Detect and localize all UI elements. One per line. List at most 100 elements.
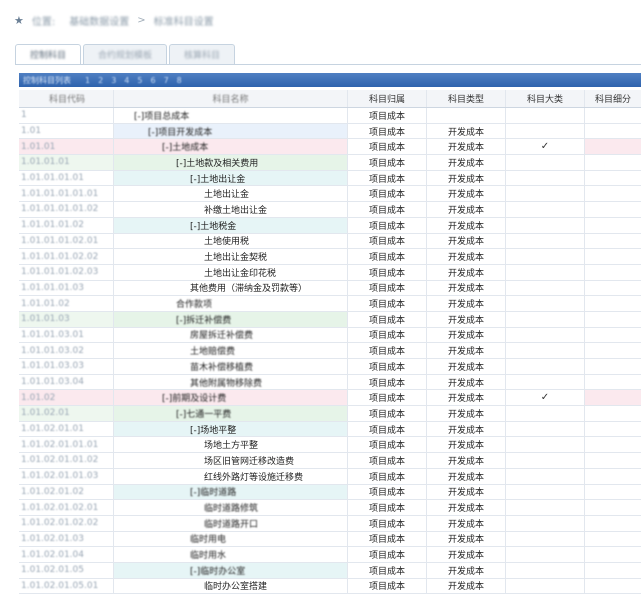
subject-subcategory-cell (585, 500, 641, 515)
column-header-name[interactable]: 科目名称 (114, 90, 348, 107)
table-row[interactable]: 1 [-]项目总成本 项目成本 (19, 108, 641, 124)
page-link-8[interactable]: 8 (177, 76, 182, 85)
subject-name-cell[interactable]: 临时道路开口 (114, 515, 348, 531)
subject-category-cell (506, 108, 585, 123)
table-row[interactable]: 1.01.02.01.03 临时用电 项目成本 开发成本 (19, 531, 641, 548)
subject-subcategory-cell (585, 579, 641, 594)
subject-name-cell[interactable]: 临时用水 (114, 547, 348, 562)
subject-attribution-cell: 项目成本 (348, 453, 427, 468)
subject-code-cell: 1.01.02 (19, 390, 114, 406)
table-row[interactable]: 1.01.01.02 合作款项 项目成本 开发成本 (19, 296, 641, 312)
subject-category-cell (506, 311, 585, 327)
subject-category-cell (506, 202, 585, 217)
table-row[interactable]: 1.01.01.01.02.01 土地使用税 项目成本 开发成本 (19, 233, 641, 250)
subject-name-cell[interactable]: [-]临时办公室 (114, 562, 348, 578)
table-row[interactable]: 1.01.01.01.01.02 补缴土地出让金 项目成本 开发成本 (19, 202, 641, 218)
subject-category-cell (506, 327, 585, 343)
table-row[interactable]: 1.01.02.01.01.02 场区旧管网迁移改造费 项目成本 开发成本 (19, 453, 641, 469)
tab-accounting-subject[interactable]: 核算科目 (169, 44, 236, 64)
subject-code-cell: 1.01.02.01.01.03 (19, 468, 114, 484)
subject-category-cell (506, 484, 585, 500)
table-row[interactable]: 1.01.01.01.01.01 土地出让金 项目成本 开发成本 (19, 186, 641, 203)
tab-contract-template[interactable]: 合约规划模板 (83, 44, 168, 64)
subject-name-cell[interactable]: 补缴土地出让金 (114, 202, 348, 217)
subject-name-cell[interactable]: [-]前期及设计费 (114, 390, 348, 406)
page-link-5[interactable]: 5 (137, 76, 142, 85)
column-header-subcategory[interactable]: 科目细分 (585, 90, 641, 107)
subject-name-cell[interactable]: [-]土地款及相关费用 (114, 155, 348, 170)
subject-subcategory-cell (585, 218, 641, 233)
page-link-6[interactable]: 6 (150, 76, 155, 85)
subject-subcategory-cell (585, 124, 641, 139)
column-header-type[interactable]: 科目类型 (427, 90, 506, 107)
page-link-2[interactable]: 2 (98, 76, 103, 85)
table-row[interactable]: 1.01.01.01.02.02 土地出让金契税 项目成本 开发成本 (19, 249, 641, 265)
table-row[interactable]: 1.01.02.01.04 临时用水 项目成本 开发成本 (19, 547, 641, 563)
table-row[interactable]: 1.01.02.01.01 [-]场地平整 项目成本 开发成本 (19, 421, 641, 438)
page-link-4[interactable]: 4 (124, 76, 129, 85)
subject-name-cell[interactable]: [-]项目总成本 (114, 108, 348, 123)
subject-type-cell: 开发成本 (427, 186, 506, 202)
subject-name-cell[interactable]: 土地出让金印花税 (114, 264, 348, 280)
subject-name-cell[interactable]: [-]临时道路 (114, 484, 348, 500)
subject-name-cell[interactable]: 土地出让金契税 (114, 249, 348, 264)
subject-name-cell[interactable]: 苗木补偿移植费 (114, 359, 348, 374)
subject-name-cell[interactable]: 其他附属物移除费 (114, 374, 348, 390)
table-row[interactable]: 1.01.02 [-]前期及设计费 项目成本 开发成本 ✓ (19, 390, 641, 407)
table-row[interactable]: 1.01.01.03.02 土地赔偿费 项目成本 开发成本 (19, 343, 641, 359)
page-link-3[interactable]: 3 (111, 76, 116, 85)
table-row[interactable]: 1.01.01.03 [-]拆迁补偿费 项目成本 开发成本 (19, 311, 641, 328)
table-row[interactable]: 1.01.01.01.02.03 土地出让金印花税 项目成本 开发成本 (19, 264, 641, 281)
subject-name-cell[interactable]: 场地土方平整 (114, 437, 348, 453)
subject-name-cell[interactable]: [-]拆迁补偿费 (114, 311, 348, 327)
subject-name-cell[interactable]: [-]土地成本 (114, 139, 348, 155)
subject-name-cell[interactable]: [-]土地出让金 (114, 170, 348, 186)
table-row[interactable]: 1.01.02.01.01.01 场地土方平整 项目成本 开发成本 (19, 437, 641, 454)
table-row[interactable]: 1.01.02.01.02.01 临时道路修筑 项目成本 开发成本 (19, 500, 641, 516)
table-row[interactable]: 1.01.02.01.05.01 临时办公室搭建 项目成本 开发成本 (19, 578, 641, 595)
table-row[interactable]: 1.01.01.01.02 [-]土地税金 项目成本 开发成本 (19, 217, 641, 234)
table-row[interactable]: 1.01.01.03.04 其他附属物移除费 项目成本 开发成本 (19, 374, 641, 391)
subject-subcategory-cell (585, 469, 641, 484)
table-row[interactable]: 1.01.01.01.03 其他费用（滞纳金及罚款等） 项目成本 开发成本 (19, 280, 641, 297)
subject-name-cell[interactable]: [-]土地税金 (114, 217, 348, 233)
subject-code-cell: 1.01.01.01.02.02 (19, 249, 114, 264)
column-header-category[interactable]: 科目大类 (506, 90, 585, 107)
subject-name-cell[interactable]: 土地使用税 (114, 233, 348, 249)
table-row[interactable]: 1.01.02.01 [-]七通一平费 项目成本 开发成本 (19, 406, 641, 422)
grid-toolbar: 控制科目列表 1 2 3 4 5 6 7 8 (19, 73, 641, 87)
subject-code-cell: 1.01.02.01.05.01 (19, 578, 114, 594)
subject-name-cell[interactable]: 房屋拆迁补偿费 (114, 327, 348, 343)
table-row[interactable]: 1.01.02.01.02.02 临时道路开口 项目成本 开发成本 (19, 515, 641, 532)
subject-code-cell: 1.01.01.01.01.01 (19, 186, 114, 202)
table-row[interactable]: 1.01.01.01 [-]土地款及相关费用 项目成本 开发成本 (19, 155, 641, 171)
table-row[interactable]: 1.01.01 [-]土地成本 项目成本 开发成本 ✓ (19, 139, 641, 156)
subject-name-cell[interactable]: 红线外路灯等设施迁移费 (114, 468, 348, 484)
table-row[interactable]: 1.01 [-]项目开发成本 项目成本 开发成本 (19, 123, 641, 140)
table-row[interactable]: 1.01.02.01.05 [-]临时办公室 项目成本 开发成本 (19, 562, 641, 579)
table-row[interactable]: 1.01.01.03.01 房屋拆迁补偿费 项目成本 开发成本 (19, 327, 641, 344)
subject-name-cell[interactable]: 场区旧管网迁移改造费 (114, 453, 348, 468)
subject-name-cell[interactable]: 土地出让金 (114, 186, 348, 202)
tab-control-subject[interactable]: 控制科目 (15, 44, 82, 64)
subject-name-cell[interactable]: [-]七通一平费 (114, 406, 348, 421)
subject-name-cell[interactable]: 临时办公室搭建 (114, 578, 348, 594)
subject-attribution-cell: 项目成本 (348, 217, 427, 233)
table-row[interactable]: 1.01.02.01.01.03 红线外路灯等设施迁移费 项目成本 开发成本 (19, 468, 641, 485)
page-link-1[interactable]: 1 (85, 76, 90, 85)
subject-name-cell[interactable]: 土地赔偿费 (114, 343, 348, 358)
table-row[interactable]: 1.01.01.01.01 [-]土地出让金 项目成本 开发成本 (19, 170, 641, 187)
subject-name-cell[interactable]: [-]项目开发成本 (114, 123, 348, 139)
table-row[interactable]: 1.01.02.01.02 [-]临时道路 项目成本 开发成本 (19, 484, 641, 501)
subject-name-cell[interactable]: 临时道路修筑 (114, 500, 348, 515)
breadcrumb-item-basic-data[interactable]: 基础数据设置 (69, 13, 129, 28)
subject-name-cell[interactable]: 合作款项 (114, 296, 348, 311)
column-header-attribution[interactable]: 科目归属 (348, 90, 427, 107)
page-link-7[interactable]: 7 (164, 76, 169, 85)
subject-name-cell[interactable]: 临时用电 (114, 531, 348, 547)
subject-name-cell[interactable]: [-]场地平整 (114, 421, 348, 437)
subject-name-cell[interactable]: 其他费用（滞纳金及罚款等） (114, 280, 348, 296)
column-header-code[interactable]: 科目代码 (19, 90, 114, 107)
subject-category-cell (506, 359, 585, 374)
table-row[interactable]: 1.01.01.03.03 苗木补偿移植费 项目成本 开发成本 (19, 359, 641, 375)
